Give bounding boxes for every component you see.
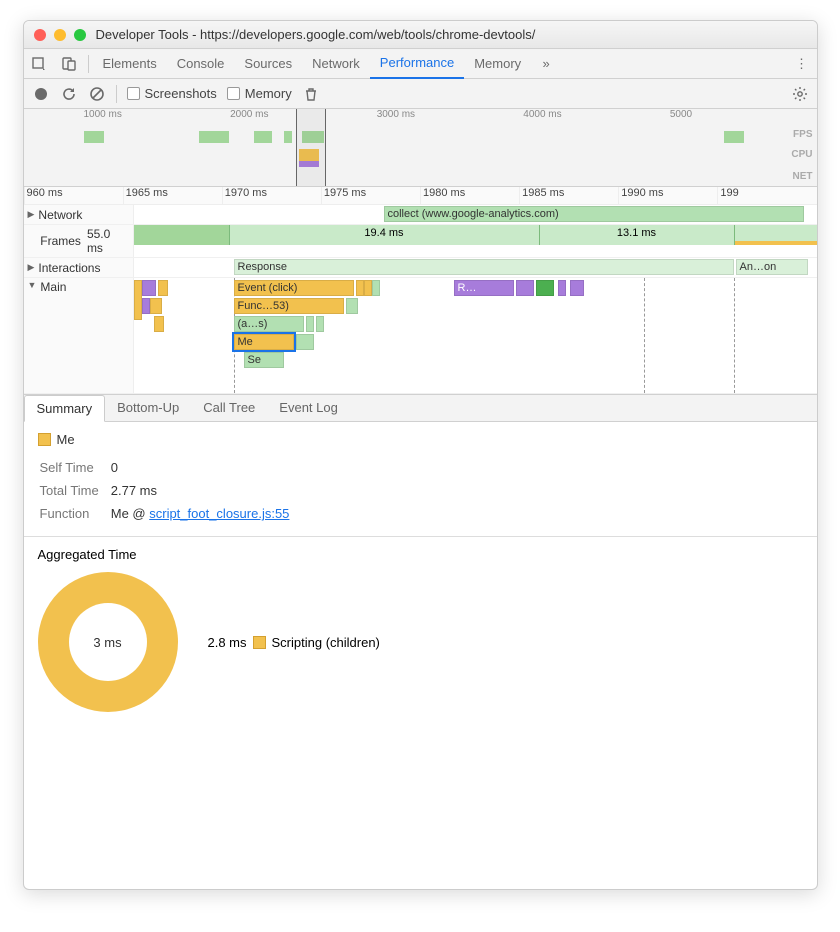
flame-bar[interactable]	[346, 298, 358, 314]
memory-checkbox[interactable]: Memory	[227, 86, 292, 101]
flame-bar-me[interactable]: Me	[234, 334, 294, 350]
tab-event-log[interactable]: Event Log	[267, 395, 350, 421]
overview-net-label: NET	[793, 171, 813, 182]
flame-bar[interactable]	[296, 334, 314, 350]
overview-ruler: 1000 ms2000 ms3000 ms4000 ms5000	[24, 109, 817, 123]
overview-fps-label: FPS	[793, 129, 812, 140]
flame-bar[interactable]	[536, 280, 554, 296]
more-tabs-icon[interactable]: »	[531, 49, 561, 79]
flame-bar[interactable]	[364, 280, 372, 296]
aggregated-panel: Aggregated Time 3 ms 2.8 ms Scripting (c…	[24, 536, 817, 722]
total-time-value: 2.77 ms	[111, 480, 300, 501]
tab-elements[interactable]: Elements	[93, 49, 167, 79]
device-toggle-icon[interactable]	[54, 49, 84, 79]
flame-bar-r[interactable]: R…	[454, 280, 514, 296]
flame-bar[interactable]	[306, 316, 314, 332]
track-frames: Frames55.0 ms 19.4 ms 13.1 ms	[24, 225, 817, 258]
panel-tabs: Elements Console Sources Network Perform…	[24, 49, 817, 79]
network-bar[interactable]: collect (www.google-analytics.com)	[384, 206, 804, 222]
summary-panel: Me Self Time0 Total Time2.77 ms Function…	[24, 422, 817, 536]
zoom-icon[interactable]	[74, 29, 86, 41]
minimize-icon[interactable]	[54, 29, 66, 41]
scripting-swatch-icon	[253, 636, 266, 649]
tab-memory[interactable]: Memory	[464, 49, 531, 79]
donut-center-value: 3 ms	[69, 603, 147, 681]
flame-bar[interactable]	[316, 316, 324, 332]
overview-cpu-label: CPU	[791, 149, 812, 160]
overview-pane[interactable]: 1000 ms2000 ms3000 ms4000 ms5000 FPS CPU…	[24, 109, 817, 187]
titlebar: Developer Tools - https://developers.goo…	[24, 21, 817, 49]
tab-network[interactable]: Network	[302, 49, 370, 79]
flame-bar[interactable]	[356, 280, 364, 296]
flame-ruler: 960 ms1965 ms1970 ms1975 ms1980 ms1985 m…	[24, 187, 817, 205]
clear-icon[interactable]	[88, 85, 106, 103]
window-title: Developer Tools - https://developers.goo…	[96, 27, 536, 42]
flame-bar[interactable]	[570, 280, 584, 296]
track-main: ▼Main Event (click) Func…53) (	[24, 278, 817, 394]
frame-slice[interactable]	[134, 225, 230, 245]
traffic-lights	[34, 29, 86, 41]
interaction-bar[interactable]: An…on	[736, 259, 808, 275]
frame-slice[interactable]: 19.4 ms	[230, 225, 540, 245]
flame-bar[interactable]	[158, 280, 168, 296]
frame-slice[interactable]	[735, 241, 817, 245]
flame-bar[interactable]	[142, 298, 150, 314]
flame-bar-func[interactable]: Func…53)	[234, 298, 344, 314]
tab-console[interactable]: Console	[167, 49, 235, 79]
self-time-value: 0	[111, 457, 300, 478]
tab-summary[interactable]: Summary	[24, 395, 106, 422]
donut-legend: 2.8 ms Scripting (children)	[208, 635, 380, 650]
detail-tabs: Summary Bottom-Up Call Tree Event Log	[24, 395, 817, 422]
devtools-window: Developer Tools - https://developers.goo…	[23, 20, 818, 890]
flame-bar[interactable]	[154, 316, 164, 332]
flame-bar-anon[interactable]: (a…s)	[234, 316, 304, 332]
flame-bar[interactable]	[142, 280, 156, 296]
scripting-swatch-icon	[38, 433, 51, 446]
triangle-right-icon: ▶	[28, 209, 35, 220]
triangle-down-icon: ▼	[28, 280, 37, 290]
screenshots-checkbox[interactable]: Screenshots	[127, 86, 217, 101]
close-icon[interactable]	[34, 29, 46, 41]
frame-slice[interactable]: 13.1 ms	[540, 225, 735, 245]
tab-call-tree[interactable]: Call Tree	[191, 395, 267, 421]
tab-performance[interactable]: Performance	[370, 49, 464, 79]
flamechart-pane[interactable]: 960 ms1965 ms1970 ms1975 ms1980 ms1985 m…	[24, 187, 817, 395]
record-icon[interactable]	[32, 85, 50, 103]
flame-bar[interactable]	[516, 280, 534, 296]
reload-icon[interactable]	[60, 85, 78, 103]
settings-gear-icon[interactable]	[791, 85, 809, 103]
flame-bar-se[interactable]: Se	[244, 352, 284, 368]
overview-viewport-handle[interactable]	[296, 109, 326, 186]
flame-bar[interactable]	[150, 298, 162, 314]
function-source-link[interactable]: script_foot_closure.js:55	[149, 506, 289, 521]
inspect-icon[interactable]	[24, 49, 54, 79]
flame-bar[interactable]	[372, 280, 380, 296]
flame-bar[interactable]	[558, 280, 566, 296]
aggregated-title: Aggregated Time	[38, 547, 803, 562]
aggregated-donut-chart: 3 ms	[38, 572, 178, 712]
kebab-menu-icon[interactable]: ⋮	[787, 49, 817, 79]
triangle-right-icon: ▶	[28, 262, 35, 273]
summary-title: Me	[57, 432, 75, 447]
interaction-bar[interactable]: Response	[234, 259, 734, 275]
perf-toolbar: Screenshots Memory	[24, 79, 817, 109]
gridline	[734, 278, 735, 393]
summary-table: Self Time0 Total Time2.77 ms FunctionMe …	[38, 455, 302, 526]
tab-sources[interactable]: Sources	[234, 49, 302, 79]
track-network: ▶Network collect (www.google-analytics.c…	[24, 205, 817, 225]
track-interactions: ▶Interactions Response An…on	[24, 258, 817, 278]
flame-bar-event-click[interactable]: Event (click)	[234, 280, 354, 296]
garbage-icon[interactable]	[302, 85, 320, 103]
tab-bottom-up[interactable]: Bottom-Up	[105, 395, 191, 421]
overview-fps-track	[24, 131, 817, 147]
flame-bar[interactable]	[134, 280, 142, 320]
overview-cpu-track	[24, 149, 817, 169]
gridline	[644, 278, 645, 393]
